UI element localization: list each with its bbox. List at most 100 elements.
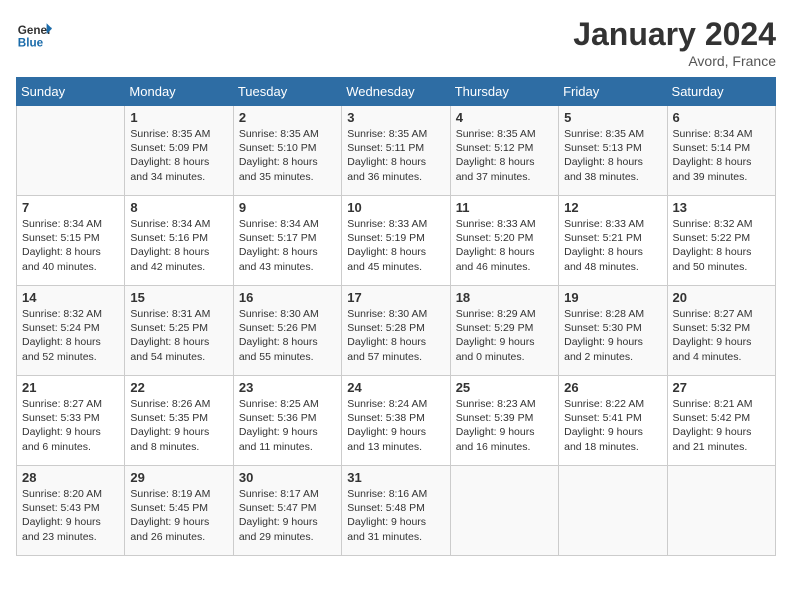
logo: General Blue <box>16 16 52 52</box>
day-number: 20 <box>673 290 770 305</box>
weekday-header: Thursday <box>450 78 558 106</box>
cell-info: Sunrise: 8:19 AMSunset: 5:45 PMDaylight:… <box>130 487 227 544</box>
cell-info: Sunrise: 8:35 AMSunset: 5:13 PMDaylight:… <box>564 127 661 184</box>
cell-info: Sunrise: 8:33 AMSunset: 5:19 PMDaylight:… <box>347 217 444 274</box>
day-number: 29 <box>130 470 227 485</box>
calendar-cell: 27 Sunrise: 8:21 AMSunset: 5:42 PMDayligh… <box>667 376 775 466</box>
calendar-cell: 15 Sunrise: 8:31 AMSunset: 5:25 PMDayligh… <box>125 286 233 376</box>
calendar-cell: 1Sunrise: 8:35 AMSunset: 5:09 PMDaylight… <box>125 106 233 196</box>
calendar-cell: 21 Sunrise: 8:27 AMSunset: 5:33 PMDayligh… <box>17 376 125 466</box>
day-number: 24 <box>347 380 444 395</box>
calendar-cell: 12 Sunrise: 8:33 AMSunset: 5:21 PMDayligh… <box>559 196 667 286</box>
calendar-cell: 20 Sunrise: 8:27 AMSunset: 5:32 PMDayligh… <box>667 286 775 376</box>
calendar-cell: 23 Sunrise: 8:25 AMSunset: 5:36 PMDayligh… <box>233 376 341 466</box>
calendar-cell: 24 Sunrise: 8:24 AMSunset: 5:38 PMDayligh… <box>342 376 450 466</box>
day-number: 28 <box>22 470 119 485</box>
cell-info: Sunrise: 8:23 AMSunset: 5:39 PMDaylight:… <box>456 397 553 454</box>
cell-info: Sunrise: 8:35 AMSunset: 5:10 PMDaylight:… <box>239 127 336 184</box>
day-number: 14 <box>22 290 119 305</box>
cell-info: Sunrise: 8:32 AMSunset: 5:24 PMDaylight:… <box>22 307 119 364</box>
cell-info: Sunrise: 8:24 AMSunset: 5:38 PMDaylight:… <box>347 397 444 454</box>
calendar-cell: 19Sunrise: 8:28 AMSunset: 5:30 PMDayligh… <box>559 286 667 376</box>
calendar-cell <box>559 466 667 556</box>
day-number: 17 <box>347 290 444 305</box>
day-number: 3 <box>347 110 444 125</box>
calendar-cell: 29 Sunrise: 8:19 AMSunset: 5:45 PMDayligh… <box>125 466 233 556</box>
day-number: 6 <box>673 110 770 125</box>
cell-info: Sunrise: 8:35 AMSunset: 5:11 PMDaylight:… <box>347 127 444 184</box>
cell-info: Sunrise: 8:30 AMSunset: 5:28 PMDaylight:… <box>347 307 444 364</box>
calendar-cell: 17 Sunrise: 8:30 AMSunset: 5:28 PMDayligh… <box>342 286 450 376</box>
calendar-cell: 9 Sunrise: 8:34 AMSunset: 5:17 PMDaylight… <box>233 196 341 286</box>
day-number: 30 <box>239 470 336 485</box>
cell-info: Sunrise: 8:27 AMSunset: 5:32 PMDaylight:… <box>673 307 770 364</box>
day-number: 11 <box>456 200 553 215</box>
day-number: 21 <box>22 380 119 395</box>
calendar-cell: 7Sunrise: 8:34 AMSunset: 5:15 PMDaylight… <box>17 196 125 286</box>
cell-info: Sunrise: 8:17 AMSunset: 5:47 PMDaylight:… <box>239 487 336 544</box>
day-number: 27 <box>673 380 770 395</box>
location: Avord, France <box>573 53 776 69</box>
calendar-cell: 22 Sunrise: 8:26 AMSunset: 5:35 PMDayligh… <box>125 376 233 466</box>
calendar-cell: 13 Sunrise: 8:32 AMSunset: 5:22 PMDayligh… <box>667 196 775 286</box>
day-number: 23 <box>239 380 336 395</box>
calendar-cell: 10 Sunrise: 8:33 AMSunset: 5:19 PMDayligh… <box>342 196 450 286</box>
calendar-table: SundayMondayTuesdayWednesdayThursdayFrid… <box>16 77 776 556</box>
calendar-cell <box>450 466 558 556</box>
svg-text:Blue: Blue <box>18 37 44 50</box>
cell-info: Sunrise: 8:34 AMSunset: 5:17 PMDaylight:… <box>239 217 336 274</box>
day-number: 22 <box>130 380 227 395</box>
calendar-cell: 11 Sunrise: 8:33 AMSunset: 5:20 PMDayligh… <box>450 196 558 286</box>
weekday-header: Monday <box>125 78 233 106</box>
month-title: January 2024 <box>573 16 776 53</box>
calendar-cell: 18Sunrise: 8:29 AMSunset: 5:29 PMDayligh… <box>450 286 558 376</box>
day-number: 19 <box>564 290 661 305</box>
cell-info: Sunrise: 8:30 AMSunset: 5:26 PMDaylight:… <box>239 307 336 364</box>
day-number: 9 <box>239 200 336 215</box>
cell-info: Sunrise: 8:27 AMSunset: 5:33 PMDaylight:… <box>22 397 119 454</box>
calendar-cell <box>667 466 775 556</box>
cell-info: Sunrise: 8:20 AMSunset: 5:43 PMDaylight:… <box>22 487 119 544</box>
weekday-header: Tuesday <box>233 78 341 106</box>
weekday-header: Saturday <box>667 78 775 106</box>
day-number: 12 <box>564 200 661 215</box>
weekday-header: Sunday <box>17 78 125 106</box>
weekday-header-row: SundayMondayTuesdayWednesdayThursdayFrid… <box>17 78 776 106</box>
cell-info: Sunrise: 8:35 AMSunset: 5:09 PMDaylight:… <box>130 127 227 184</box>
day-number: 2 <box>239 110 336 125</box>
calendar-cell: 3 Sunrise: 8:35 AMSunset: 5:11 PMDaylight… <box>342 106 450 196</box>
cell-info: Sunrise: 8:33 AMSunset: 5:20 PMDaylight:… <box>456 217 553 274</box>
calendar-week-row: 1Sunrise: 8:35 AMSunset: 5:09 PMDaylight… <box>17 106 776 196</box>
calendar-cell: 16Sunrise: 8:30 AMSunset: 5:26 PMDayligh… <box>233 286 341 376</box>
cell-info: Sunrise: 8:16 AMSunset: 5:48 PMDaylight:… <box>347 487 444 544</box>
cell-info: Sunrise: 8:22 AMSunset: 5:41 PMDaylight:… <box>564 397 661 454</box>
cell-info: Sunrise: 8:25 AMSunset: 5:36 PMDaylight:… <box>239 397 336 454</box>
cell-info: Sunrise: 8:33 AMSunset: 5:21 PMDaylight:… <box>564 217 661 274</box>
logo-icon: General Blue <box>16 16 52 52</box>
calendar-cell: 6Sunrise: 8:34 AMSunset: 5:14 PMDaylight… <box>667 106 775 196</box>
calendar-cell: 14 Sunrise: 8:32 AMSunset: 5:24 PMDayligh… <box>17 286 125 376</box>
day-number: 15 <box>130 290 227 305</box>
cell-info: Sunrise: 8:34 AMSunset: 5:16 PMDaylight:… <box>130 217 227 274</box>
calendar-cell: 2 Sunrise: 8:35 AMSunset: 5:10 PMDaylight… <box>233 106 341 196</box>
cell-info: Sunrise: 8:21 AMSunset: 5:42 PMDaylight:… <box>673 397 770 454</box>
cell-info: Sunrise: 8:26 AMSunset: 5:35 PMDaylight:… <box>130 397 227 454</box>
cell-info: Sunrise: 8:35 AMSunset: 5:12 PMDaylight:… <box>456 127 553 184</box>
calendar-cell: 8 Sunrise: 8:34 AMSunset: 5:16 PMDaylight… <box>125 196 233 286</box>
calendar-week-row: 14 Sunrise: 8:32 AMSunset: 5:24 PMDayligh… <box>17 286 776 376</box>
calendar-cell: 5 Sunrise: 8:35 AMSunset: 5:13 PMDaylight… <box>559 106 667 196</box>
day-number: 4 <box>456 110 553 125</box>
calendar-cell: 25Sunrise: 8:23 AMSunset: 5:39 PMDayligh… <box>450 376 558 466</box>
cell-info: Sunrise: 8:32 AMSunset: 5:22 PMDaylight:… <box>673 217 770 274</box>
day-number: 5 <box>564 110 661 125</box>
calendar-cell: 30 Sunrise: 8:17 AMSunset: 5:47 PMDayligh… <box>233 466 341 556</box>
day-number: 13 <box>673 200 770 215</box>
calendar-cell: 26Sunrise: 8:22 AMSunset: 5:41 PMDayligh… <box>559 376 667 466</box>
day-number: 8 <box>130 200 227 215</box>
calendar-cell: 4 Sunrise: 8:35 AMSunset: 5:12 PMDaylight… <box>450 106 558 196</box>
calendar-week-row: 21 Sunrise: 8:27 AMSunset: 5:33 PMDayligh… <box>17 376 776 466</box>
calendar-cell: 28 Sunrise: 8:20 AMSunset: 5:43 PMDayligh… <box>17 466 125 556</box>
day-number: 18 <box>456 290 553 305</box>
day-number: 10 <box>347 200 444 215</box>
cell-info: Sunrise: 8:31 AMSunset: 5:25 PMDaylight:… <box>130 307 227 364</box>
